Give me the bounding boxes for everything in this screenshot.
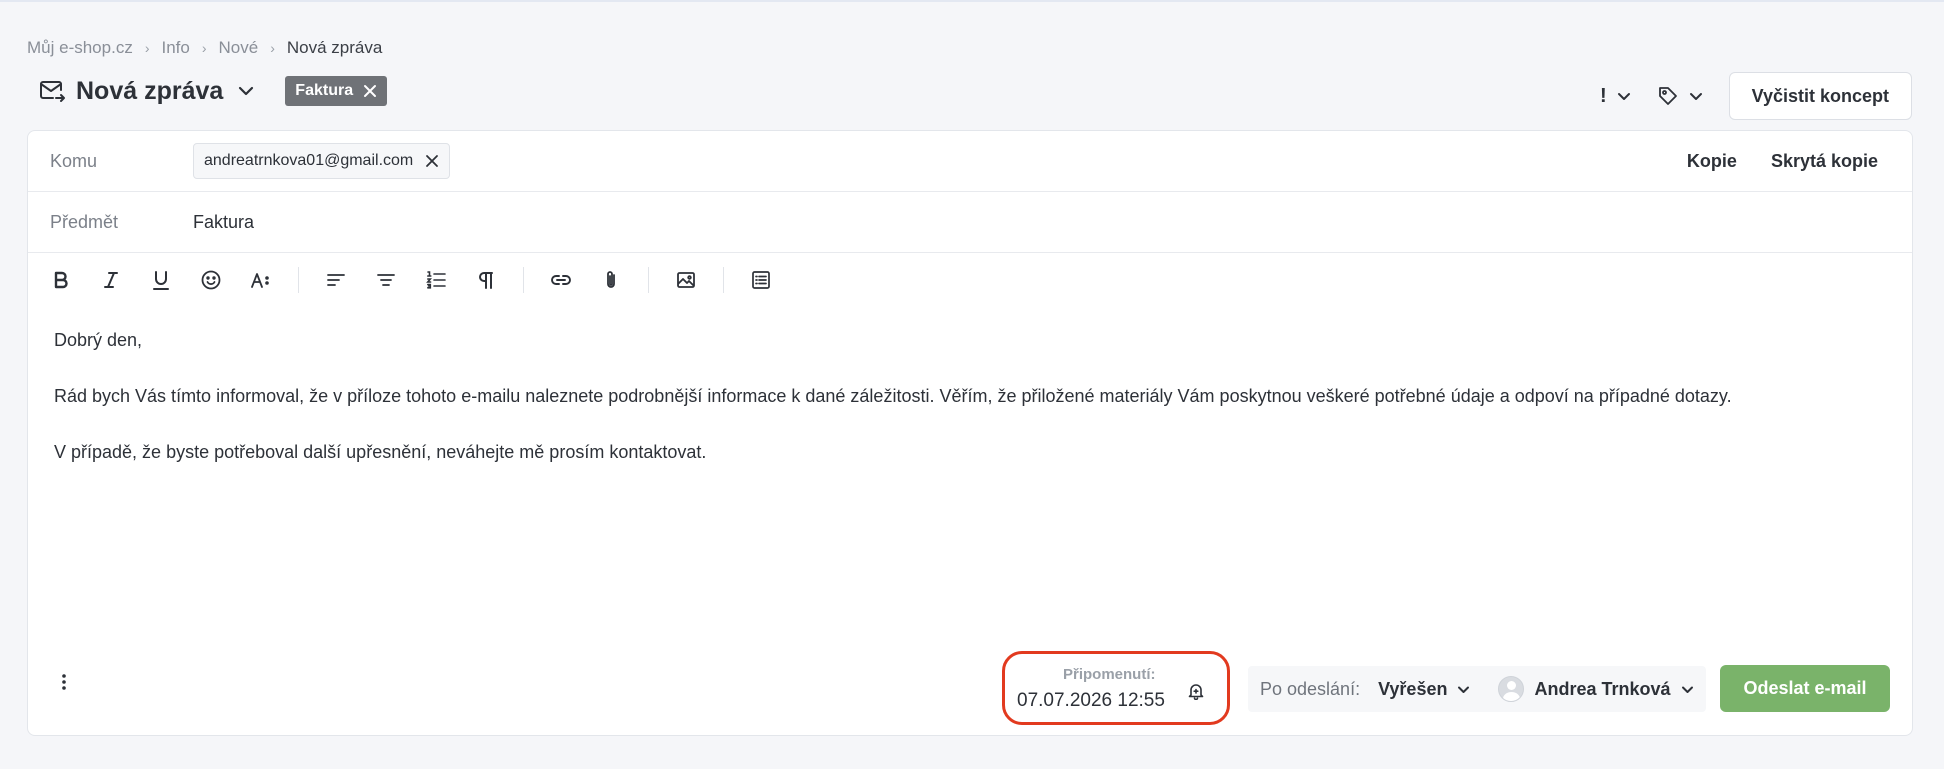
subject-input[interactable]: Faktura <box>193 212 254 233</box>
bold-icon <box>54 271 68 289</box>
toolbar-divider <box>298 267 299 293</box>
align-center-icon <box>377 274 395 286</box>
chevron-down-icon <box>1681 686 1693 693</box>
subject-row: Předmět Faktura <box>28 192 1912 253</box>
font-size-button[interactable] <box>246 265 276 295</box>
toolbar-divider <box>723 267 724 293</box>
to-label: Komu <box>50 150 98 171</box>
ordered-list-icon <box>426 271 446 289</box>
tag-badge: Faktura <box>285 76 388 106</box>
italic-button[interactable] <box>96 265 126 295</box>
recipient-email: andreatrnkova01@gmail.com <box>204 152 414 169</box>
cc-bcc-links: Kopie Skrytá kopie <box>1687 151 1878 172</box>
chevron-down-icon[interactable] <box>237 82 255 100</box>
chevron-down-icon <box>1458 686 1470 693</box>
body-paragraph: V případě, že byste potřeboval další upř… <box>54 442 707 462</box>
assignee-dropdown[interactable]: Andrea Trnková <box>1498 676 1693 702</box>
attachment-button[interactable] <box>596 265 626 295</box>
header-title-row: Nová zpráva Faktura <box>38 76 388 106</box>
bell-icon[interactable] <box>1187 682 1205 700</box>
bold-button[interactable] <box>46 265 76 295</box>
breadcrumb-separator-icon: › <box>144 40 150 56</box>
paragraph-button[interactable] <box>471 265 501 295</box>
image-icon <box>677 272 695 288</box>
after-send-group: Po odeslání: Vyřešen Andrea Trnková <box>1248 666 1706 712</box>
paragraph-icon <box>479 272 493 289</box>
tag-label: Faktura <box>295 82 354 99</box>
emoji-button[interactable] <box>196 265 226 295</box>
breadcrumb-current: Nová zpráva <box>286 38 383 57</box>
page-title: Nová zpráva <box>76 76 224 105</box>
reminder-label: Připomenutí: <box>1063 666 1156 683</box>
toolbar-divider <box>523 267 524 293</box>
template-icon <box>752 271 770 289</box>
header-actions: ! Vyčistit koncept <box>1600 72 1912 120</box>
after-send-label: Po odeslání: <box>1260 678 1361 699</box>
breadcrumb-separator-icon: › <box>270 40 275 56</box>
chevron-down-icon <box>1689 93 1702 100</box>
to-row: Komu andreatrnkova01@gmail.com Kopie Skr… <box>28 131 1912 192</box>
breadcrumb-link-info[interactable]: Info <box>162 38 190 58</box>
tag-icon <box>1658 87 1677 105</box>
breadcrumb-separator-icon: › <box>201 40 207 56</box>
reminder-datetime: 07.07.2026 12:55 <box>1017 690 1165 711</box>
link-icon <box>551 275 571 285</box>
align-left-icon <box>327 274 345 286</box>
underline-icon <box>153 271 169 290</box>
align-center-button[interactable] <box>371 265 401 295</box>
cc-button[interactable]: Kopie <box>1687 151 1737 172</box>
after-send-status: Vyřešen <box>1378 678 1448 699</box>
more-options-button[interactable] <box>54 671 74 693</box>
underline-button[interactable] <box>146 265 176 295</box>
reminder-field[interactable]: Připomenutí: 07.07.2026 12:55 <box>1002 651 1230 725</box>
template-button[interactable] <box>746 265 776 295</box>
priority-dropdown[interactable]: ! <box>1600 85 1631 108</box>
priority-icon: ! <box>1599 84 1607 107</box>
clear-draft-button[interactable]: Vyčistit koncept <box>1728 72 1912 120</box>
close-icon[interactable] <box>425 154 439 168</box>
message-body-editor[interactable]: Dobrý den, Rád bych Vás tímto informoval… <box>54 331 1732 499</box>
italic-icon <box>104 272 118 288</box>
align-left-button[interactable] <box>321 265 351 295</box>
bcc-button[interactable]: Skrytá kopie <box>1771 151 1878 172</box>
font-size-icon <box>251 273 269 288</box>
tag-dropdown[interactable] <box>1657 85 1703 107</box>
recipient-chip[interactable]: andreatrnkova01@gmail.com <box>193 143 451 179</box>
emoji-icon <box>201 270 221 290</box>
attachment-icon <box>607 271 615 288</box>
body-paragraph: Dobrý den, <box>54 330 143 350</box>
mail-send-icon <box>40 81 65 102</box>
chevron-down-icon <box>1617 93 1630 100</box>
close-icon[interactable] <box>363 84 377 98</box>
breadcrumb-link-eshop[interactable]: Můj e-shop.cz <box>27 38 133 58</box>
toolbar-divider <box>648 267 649 293</box>
image-button[interactable] <box>671 265 701 295</box>
compose-card: Komu andreatrnkova01@gmail.com Kopie Skr… <box>27 130 1913 736</box>
body-paragraph: Rád bych Vás tímto informoval, že v příl… <box>54 386 1732 406</box>
after-send-status-dropdown[interactable]: Vyřešen <box>1378 679 1470 700</box>
subject-label: Předmět <box>50 211 119 232</box>
more-vertical-icon <box>62 674 66 690</box>
assignee-name: Andrea Trnková <box>1534 678 1671 699</box>
breadcrumb: Můj e-shop.cz › Info › Nové › Nová zpráv… <box>27 38 382 58</box>
link-button[interactable] <box>546 265 576 295</box>
ordered-list-button[interactable] <box>421 265 451 295</box>
send-email-button[interactable]: Odeslat e-mail <box>1720 665 1890 712</box>
avatar <box>1498 676 1525 702</box>
editor-toolbar <box>46 263 796 297</box>
page: Můj e-shop.cz › Info › Nové › Nová zpráv… <box>0 0 1944 769</box>
breadcrumb-link-nove[interactable]: Nové <box>219 38 259 58</box>
